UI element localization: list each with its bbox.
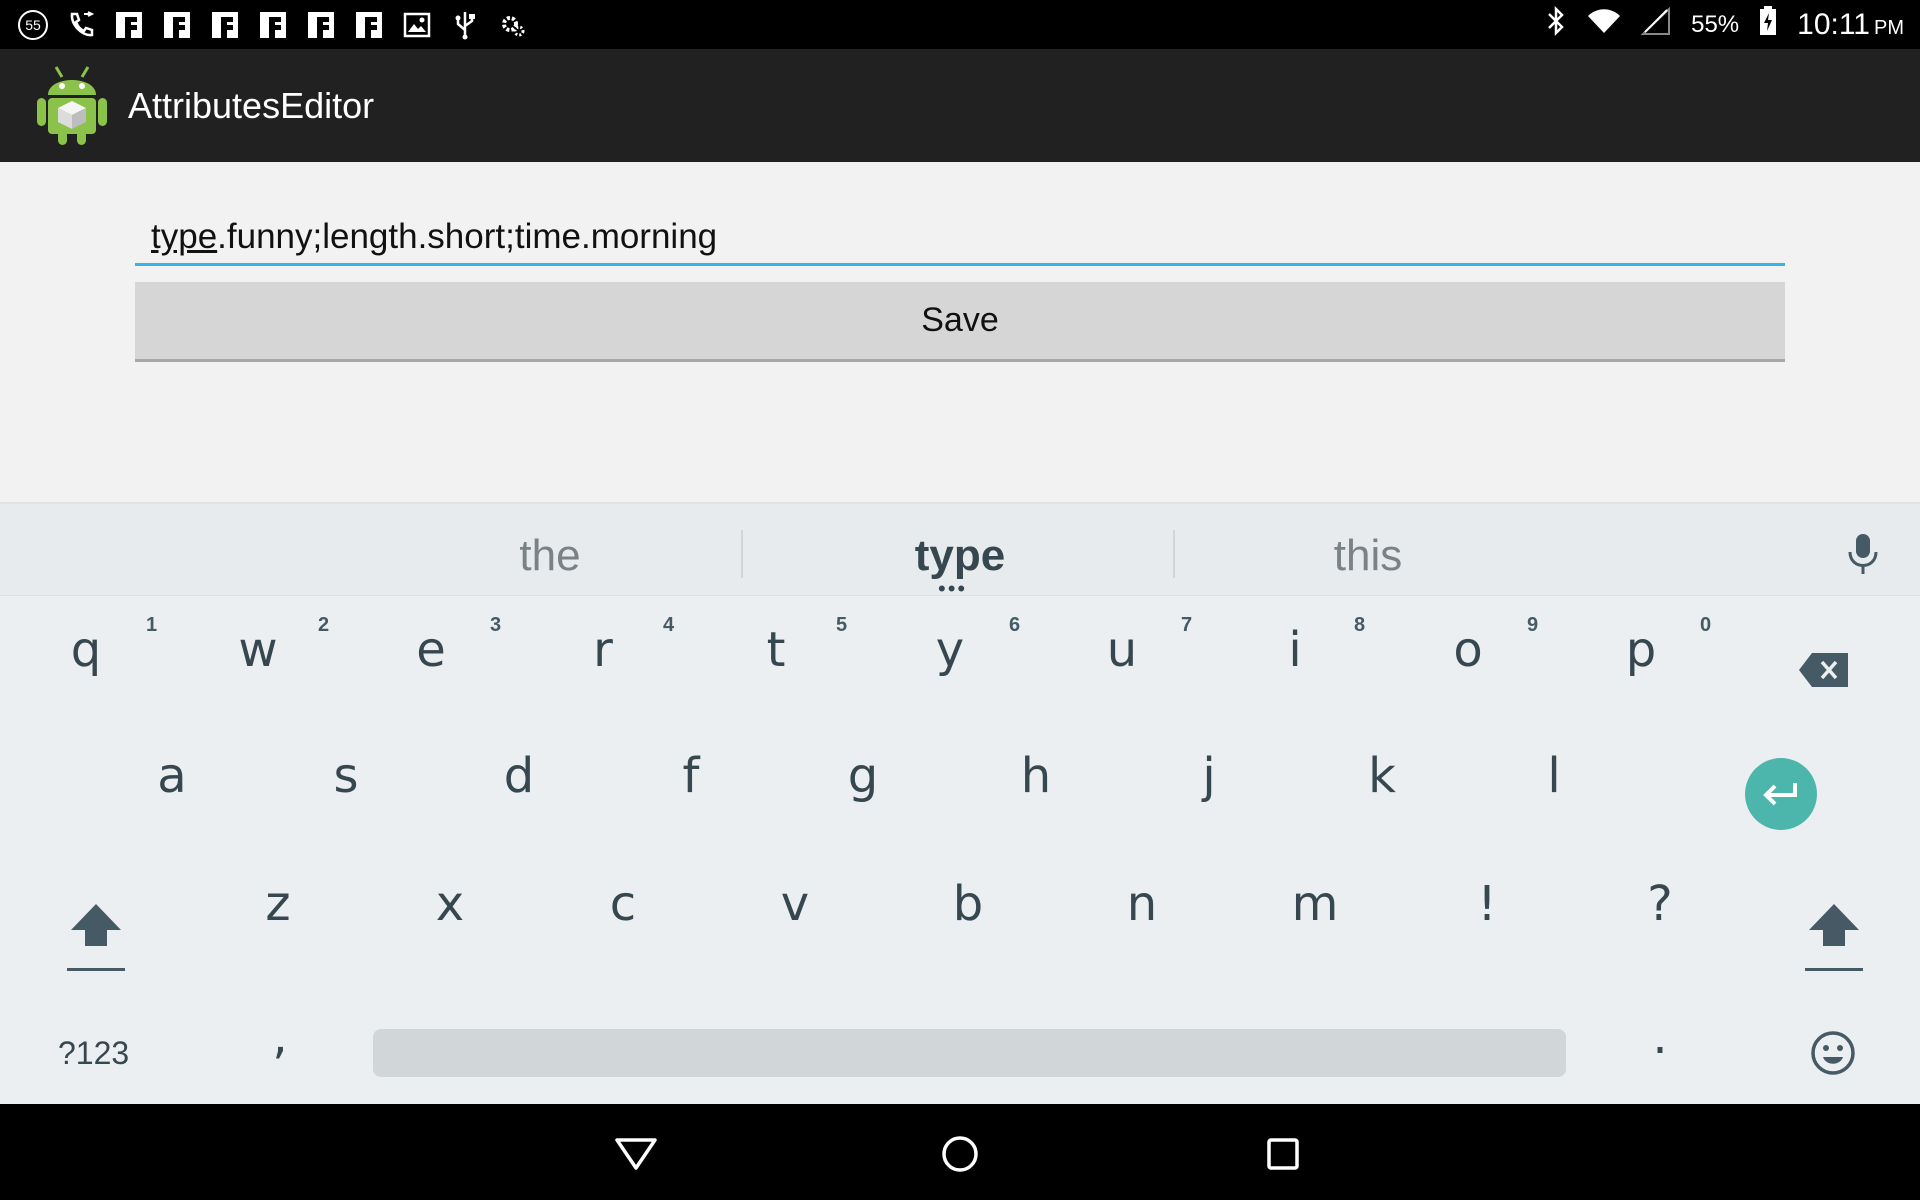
key-hint: 3 (490, 614, 502, 636)
key-b[interactable]: b (938, 876, 998, 932)
shift-left-key[interactable] (61, 902, 131, 976)
suggestion-the[interactable]: the (400, 504, 700, 596)
usb-icon (450, 10, 480, 40)
key-j[interactable]: j (1179, 748, 1239, 804)
settings-icon (498, 10, 528, 40)
symbols-key[interactable]: ?123 (58, 1035, 129, 1072)
action-bar: AttributesEditor (0, 49, 1920, 162)
key-s[interactable]: s (316, 748, 376, 804)
navigation-bar (0, 1104, 1920, 1200)
shift-indicator (1805, 968, 1863, 971)
clock-time: 10:11 (1797, 7, 1870, 41)
clock-ampm: PM (1874, 16, 1904, 39)
home-icon[interactable] (936, 1130, 984, 1178)
shift-indicator (67, 968, 125, 971)
key-v[interactable]: v (765, 876, 825, 932)
key-comma[interactable]: , (250, 1009, 310, 1065)
flipboard-icon (354, 10, 384, 40)
flipboard-icon (258, 10, 288, 40)
flipboard-icon (162, 10, 192, 40)
shift-right-key[interactable] (1799, 902, 1869, 976)
key-p[interactable]: p (1611, 622, 1671, 678)
key-hint: 4 (663, 614, 675, 636)
android-logo-icon (34, 61, 110, 147)
key-period[interactable]: . (1630, 1009, 1690, 1065)
battery-charging-icon (1759, 6, 1777, 43)
key-hint: 7 (1181, 614, 1193, 636)
key-x[interactable]: x (420, 876, 480, 932)
key-y[interactable]: y (920, 622, 980, 678)
key-r[interactable]: r (573, 622, 633, 678)
flipboard-icon (210, 10, 240, 40)
key-f[interactable]: f (661, 748, 721, 804)
status-bar-system: 55% 10:11 PM (1545, 0, 1904, 49)
key-hint: 2 (318, 614, 330, 636)
suggestion-strip: the type ••• this (0, 504, 1920, 600)
key-q[interactable]: q (56, 622, 116, 678)
missed-call-icon (66, 10, 96, 40)
microphone-icon[interactable] (1846, 532, 1880, 581)
enter-key[interactable] (1745, 758, 1817, 830)
image-icon (402, 10, 432, 40)
status-bar: 55 55% 10:11 PM (0, 0, 1920, 49)
key-exclamation[interactable]: ! (1457, 876, 1517, 932)
flipboard-icon (306, 10, 336, 40)
back-icon[interactable] (612, 1130, 660, 1178)
flipboard-icon (114, 10, 144, 40)
attributes-input[interactable]: type.funny;length.short;time.morning (135, 212, 1785, 266)
key-hint: 1 (146, 614, 158, 636)
recents-icon[interactable] (1259, 1130, 1307, 1178)
key-hint: 5 (836, 614, 848, 636)
suggestion-divider (741, 530, 743, 578)
backspace-key[interactable] (1798, 644, 1850, 700)
save-button[interactable]: Save (135, 282, 1785, 362)
key-g[interactable]: g (833, 748, 893, 804)
key-z[interactable]: z (248, 876, 308, 932)
status-bar-notifications: 55 (18, 0, 528, 49)
wifi-icon (1587, 8, 1621, 41)
key-n[interactable]: n (1112, 876, 1172, 932)
key-d[interactable]: d (489, 748, 549, 804)
key-hint: 0 (1700, 614, 1712, 636)
space-bar[interactable] (373, 1029, 1566, 1077)
key-a[interactable]: a (142, 748, 202, 804)
key-o[interactable]: o (1438, 622, 1498, 678)
input-text: .funny;length.short;time.morning (217, 217, 718, 256)
editor-panel: type.funny;length.short;time.morning Sav… (0, 162, 1920, 502)
app-title: AttributesEditor (128, 85, 375, 126)
key-hint: 6 (1009, 614, 1021, 636)
emoji-icon[interactable] (1810, 1030, 1856, 1088)
key-w[interactable]: w (228, 622, 288, 678)
more-suggestions-icon[interactable]: ••• (938, 578, 967, 600)
suggestion-this[interactable]: this (1218, 504, 1518, 596)
key-e[interactable]: e (401, 622, 461, 678)
clock: 10:11 PM (1797, 8, 1904, 42)
key-k[interactable]: k (1352, 748, 1412, 804)
soft-keyboard: the type ••• this q 1 w 2 e 3 r 4 t 5 y … (0, 502, 1920, 1104)
composing-word: type (151, 217, 218, 256)
key-hint: 8 (1354, 614, 1366, 636)
key-h[interactable]: h (1006, 748, 1066, 804)
key-c[interactable]: c (593, 876, 653, 932)
key-question[interactable]: ? (1630, 876, 1690, 932)
key-i[interactable]: i (1265, 622, 1325, 678)
notification-count-icon: 55 (18, 9, 48, 40)
no-signal-icon (1640, 6, 1671, 42)
suggestion-divider (1173, 530, 1175, 578)
key-l[interactable]: l (1524, 748, 1584, 804)
key-hint: 9 (1527, 614, 1539, 636)
bluetooth-icon (1545, 5, 1567, 43)
key-u[interactable]: u (1092, 622, 1152, 678)
battery-percent: 55% (1691, 10, 1740, 38)
key-m[interactable]: m (1285, 876, 1345, 932)
key-t[interactable]: t (746, 622, 806, 678)
